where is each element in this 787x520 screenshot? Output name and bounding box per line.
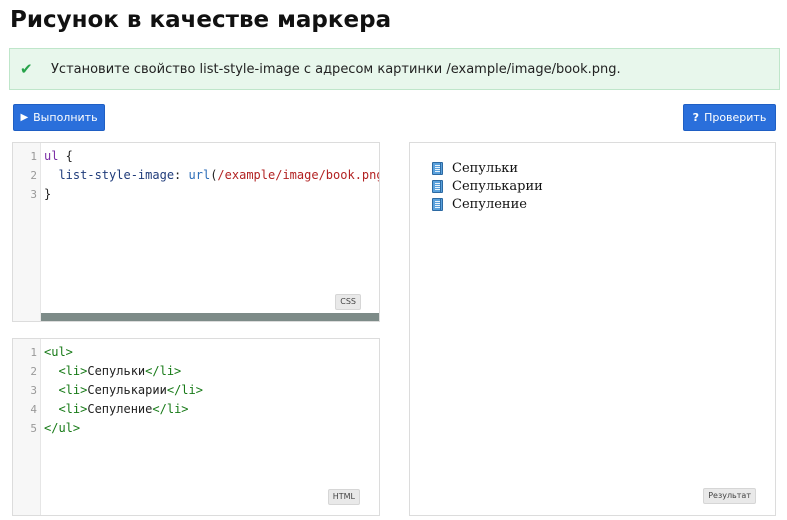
book-icon — [432, 179, 443, 193]
result-list: Сепульки Сепулькарии Сепуление — [432, 159, 543, 213]
result-panel: Сепульки Сепулькарии Сепуление Результат — [409, 142, 776, 516]
run-button-label: Выполнить — [33, 111, 98, 124]
code-line: list-style-image: url(/example/image/boo… — [44, 166, 379, 185]
line-number: 3 — [30, 384, 37, 397]
list-item: Сепулькарии — [432, 177, 543, 195]
html-tag: </li> — [152, 402, 189, 416]
book-icon — [432, 161, 443, 175]
html-tag: </li> — [166, 383, 203, 397]
question-icon: ? — [692, 111, 700, 124]
html-code[interactable]: <ul> <li>Сепульки</li> <li>Сепулькарии</… — [44, 343, 379, 438]
html-text: Сепульки — [87, 364, 146, 378]
html-tag: </li> — [145, 364, 182, 378]
css-brace: { — [58, 149, 73, 163]
html-text: Сепулькарии — [87, 383, 167, 397]
task-text: Установите свойство list-style-image с а… — [51, 61, 621, 77]
html-text: Сепуление — [87, 402, 153, 416]
code-line: <li>Сепульки</li> — [44, 362, 379, 381]
line-number: 1 — [30, 150, 37, 163]
html-badge: HTML — [327, 489, 360, 505]
play-icon: ▶ — [20, 112, 29, 123]
code-line: <li>Сепуление</li> — [44, 400, 379, 419]
css-function: url — [188, 168, 211, 182]
page-title: Рисунок в качестве маркера — [10, 7, 392, 33]
html-editor[interactable]: 1 2 3 4 5 <ul> <li>Сепульки</li> <li>Сеп… — [12, 338, 380, 516]
list-item-label: Сепульки — [452, 160, 519, 176]
run-button[interactable]: ▶ Выполнить — [13, 104, 105, 131]
css-code[interactable]: ul { list-style-image: url(/example/imag… — [44, 147, 379, 204]
html-gutter: 1 2 3 4 5 — [13, 339, 41, 515]
result-badge: Результат — [703, 488, 756, 504]
code-line: ul { — [44, 147, 379, 166]
line-number: 2 — [30, 169, 37, 182]
css-editor[interactable]: 1 2 3 ul { list-style-image: url(/exampl… — [12, 142, 380, 322]
css-selector: ul — [44, 149, 59, 163]
check-button[interactable]: ? Проверить — [683, 104, 776, 131]
code-line: </ul> — [44, 419, 379, 438]
list-item: Сепульки — [432, 159, 543, 177]
code-line: } — [44, 185, 379, 204]
css-indent — [44, 168, 58, 182]
list-item-label: Сепулькарии — [452, 178, 543, 194]
line-number: 5 — [30, 422, 37, 435]
html-tag: </ul> — [44, 421, 81, 435]
list-item-label: Сепуление — [452, 196, 527, 212]
check-button-label: Проверить — [704, 111, 767, 124]
html-tag: <li> — [58, 402, 88, 416]
book-icon — [432, 197, 443, 211]
css-colon: : — [174, 168, 189, 182]
line-number: 3 — [30, 188, 37, 201]
css-brace-close: } — [44, 187, 52, 201]
horizontal-scrollbar[interactable] — [41, 313, 379, 321]
css-url-string: /example/image/book.png — [217, 168, 380, 182]
list-item: Сепуление — [432, 195, 543, 213]
css-badge: CSS — [335, 294, 361, 310]
html-tag: <li> — [58, 383, 88, 397]
css-property: list-style-image — [58, 168, 175, 182]
code-line: <ul> — [44, 343, 379, 362]
css-gutter: 1 2 3 — [13, 143, 41, 321]
check-icon: ✔ — [20, 59, 33, 78]
code-line: <li>Сепулькарии</li> — [44, 381, 379, 400]
html-tag: <ul> — [44, 345, 73, 359]
task-banner: ✔ Установите свойство list-style-image с… — [9, 48, 780, 90]
line-number: 4 — [30, 403, 37, 416]
line-number: 1 — [30, 346, 37, 359]
line-number: 2 — [30, 365, 37, 378]
html-tag: <li> — [58, 364, 88, 378]
